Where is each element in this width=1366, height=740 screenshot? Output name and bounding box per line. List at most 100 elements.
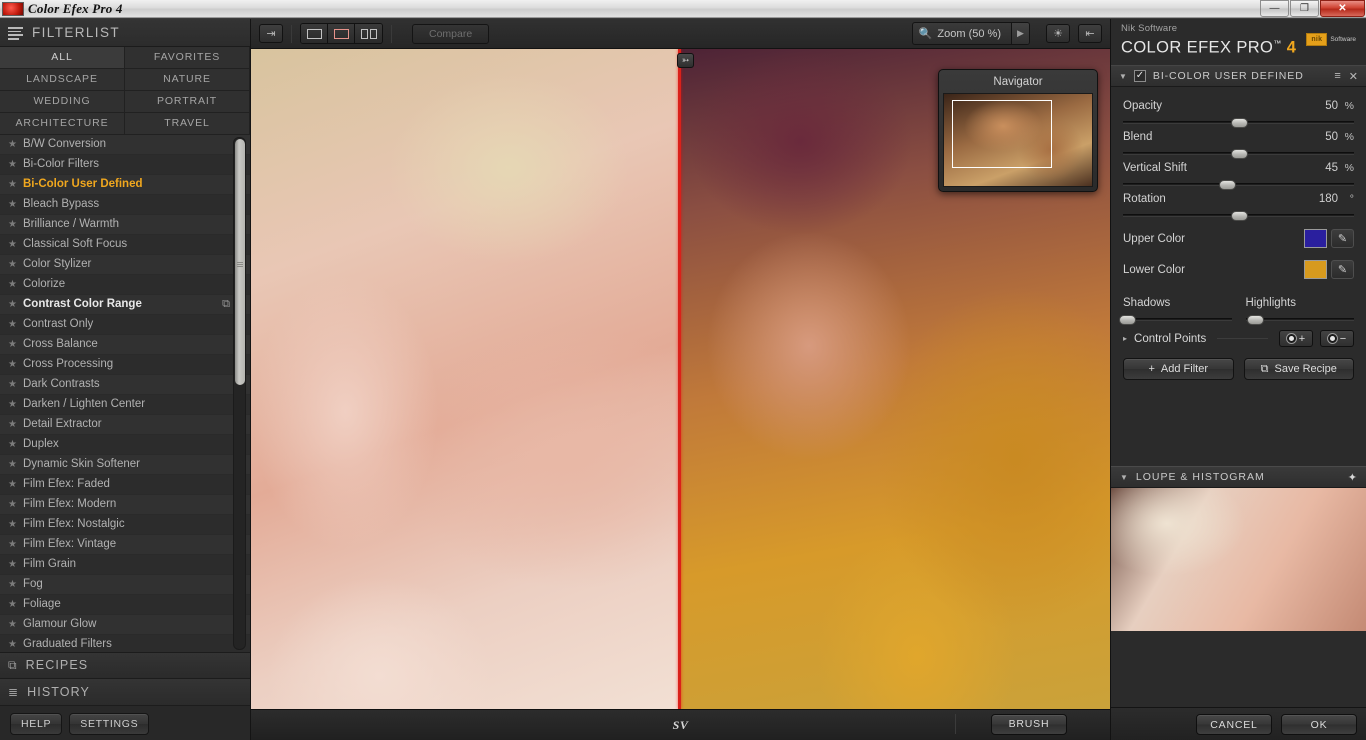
cancel-button[interactable]: CANCEL	[1196, 714, 1272, 735]
lower-color-eyedropper-icon[interactable]: ✎	[1331, 260, 1354, 279]
add-filter-button[interactable]: + Add Filter	[1123, 358, 1234, 380]
slider-vertical-shift-knob[interactable]	[1218, 180, 1236, 190]
navigator-viewport-rect[interactable]	[952, 100, 1052, 168]
favorite-star-icon[interactable]: ★	[8, 379, 23, 390]
filter-enabled-checkbox[interactable]: ✓	[1133, 70, 1146, 82]
single-view-icon[interactable]	[301, 24, 328, 43]
restore-button[interactable]: ❐	[1290, 0, 1319, 17]
zoom-control[interactable]: 🔍 Zoom (50 %) ▶	[911, 22, 1030, 45]
favorite-star-icon[interactable]: ★	[8, 439, 23, 450]
fullscreen-icon[interactable]: ⇤	[1078, 24, 1102, 43]
slider-vertical-shift-track[interactable]	[1123, 180, 1354, 190]
filter-item[interactable]: ★ Film Grain	[0, 554, 250, 575]
filter-item[interactable]: ★ Contrast Color Range ⧉	[0, 294, 250, 315]
filter-list[interactable]: ★ B/W Conversion ★ Bi-Color Filters ★ Bi-Colo…	[0, 134, 250, 652]
filter-item[interactable]: ★ Duplex	[0, 434, 250, 455]
highlights-control[interactable]: Highlights	[1245, 297, 1354, 325]
favorite-star-icon[interactable]: ★	[8, 299, 23, 310]
filter-item[interactable]: ★ Detail Extractor	[0, 414, 250, 435]
favorite-star-icon[interactable]: ★	[8, 479, 23, 490]
help-button[interactable]: HELP	[10, 712, 63, 735]
favorite-star-icon[interactable]: ★	[8, 339, 23, 350]
favorite-star-icon[interactable]: ★	[8, 139, 23, 150]
split-view-icon[interactable]	[328, 24, 355, 43]
save-recipe-button[interactable]: ⧉ Save Recipe	[1243, 358, 1354, 380]
category-wedding[interactable]: WEDDING	[0, 90, 125, 113]
favorite-star-icon[interactable]: ★	[8, 219, 23, 230]
chevron-down-icon[interactable]: ▼	[1120, 473, 1128, 482]
filter-item[interactable]: ★ Fog	[0, 574, 250, 595]
filter-item[interactable]: ★ Bi-Color Filters	[0, 154, 250, 175]
favorite-star-icon[interactable]: ★	[8, 499, 23, 510]
favorite-star-icon[interactable]: ★	[8, 459, 23, 470]
filter-list-scrollbar[interactable]	[233, 136, 246, 650]
filter-item[interactable]: ★ Dynamic Skin Softener	[0, 454, 250, 475]
favorite-star-icon[interactable]: ★	[8, 399, 23, 410]
filter-item[interactable]: ★ Darken / Lighten Center	[0, 394, 250, 415]
slider-opacity-track[interactable]	[1123, 118, 1354, 128]
category-travel[interactable]: TRAVEL	[125, 112, 250, 135]
slider-blend[interactable]: Blend 50 %	[1123, 124, 1354, 159]
filter-item[interactable]: ★ Film Efex: Nostalgic	[0, 514, 250, 535]
filter-item[interactable]: ★ Bleach Bypass	[0, 194, 250, 215]
hamburger-icon[interactable]	[8, 26, 23, 40]
favorite-star-icon[interactable]: ★	[8, 239, 23, 250]
favorite-star-icon[interactable]: ★	[8, 199, 23, 210]
slider-rotation-knob[interactable]	[1230, 211, 1248, 221]
slider-blend-knob[interactable]	[1230, 149, 1248, 159]
add-control-point-button[interactable]: +	[1279, 330, 1313, 347]
navigator-thumbnail[interactable]	[943, 93, 1093, 187]
loupe-histogram-header[interactable]: ▼ LOUPE & HISTOGRAM ✦	[1111, 466, 1366, 488]
filter-item[interactable]: ★ Film Efex: Vintage	[0, 534, 250, 555]
brightness-icon[interactable]: ☀	[1046, 24, 1070, 43]
filter-item[interactable]: ★ Brilliance / Warmth	[0, 214, 250, 235]
side-by-side-view-icon[interactable]	[355, 24, 382, 43]
filter-item[interactable]: ★ Dark Contrasts	[0, 374, 250, 395]
filter-close-icon[interactable]: ✕	[1349, 70, 1358, 83]
favorite-star-icon[interactable]: ★	[8, 619, 23, 630]
category-architecture[interactable]: ARCHITECTURE	[0, 112, 125, 135]
pin-icon[interactable]: ✦	[1348, 471, 1357, 484]
favorite-star-icon[interactable]: ★	[8, 419, 23, 430]
filter-item[interactable]: ★ Cross Balance	[0, 334, 250, 355]
minimize-button[interactable]: —	[1260, 0, 1289, 17]
favorite-star-icon[interactable]: ★	[8, 599, 23, 610]
shadows-knob[interactable]	[1119, 315, 1137, 325]
category-landscape[interactable]: LANDSCAPE	[0, 68, 125, 91]
upper-color-eyedropper-icon[interactable]: ✎	[1331, 229, 1354, 248]
slider-blend-track[interactable]	[1123, 149, 1354, 159]
favorite-star-icon[interactable]: ★	[8, 259, 23, 270]
loupe-preview[interactable]	[1111, 488, 1366, 631]
category-favorites[interactable]: FAVORITES	[125, 46, 250, 69]
favorite-star-icon[interactable]: ★	[8, 539, 23, 550]
favorite-star-icon[interactable]: ★	[8, 559, 23, 570]
favorite-star-icon[interactable]: ★	[8, 519, 23, 530]
slider-opacity-knob[interactable]	[1230, 118, 1248, 128]
filter-item[interactable]: ★ Classical Soft Focus	[0, 234, 250, 255]
filter-item[interactable]: ★ Contrast Only	[0, 314, 250, 335]
settings-button[interactable]: SETTINGS	[69, 712, 150, 735]
filter-item[interactable]: ★ Color Stylizer	[0, 254, 250, 275]
image-canvas[interactable]: ➳ Navigator	[251, 49, 1110, 709]
filter-item[interactable]: ★ Graduated Filters	[0, 634, 250, 652]
favorite-star-icon[interactable]: ★	[8, 279, 23, 290]
category-nature[interactable]: NATURE	[125, 68, 250, 91]
slider-opacity[interactable]: Opacity 50 %	[1123, 93, 1354, 128]
category-portrait[interactable]: PORTRAIT	[125, 90, 250, 113]
section-history[interactable]: ≣ HISTORY	[0, 678, 250, 706]
favorite-star-icon[interactable]: ★	[8, 319, 23, 330]
lower-color-swatch[interactable]	[1304, 260, 1327, 279]
brush-button[interactable]: BRUSH	[991, 713, 1067, 735]
chevron-right-icon[interactable]: ▶	[1011, 23, 1029, 44]
highlights-track[interactable]	[1245, 315, 1354, 325]
zoom-value[interactable]: 🔍 Zoom (50 %)	[913, 24, 1011, 43]
filter-item[interactable]: ★ Cross Processing	[0, 354, 250, 375]
remove-control-point-button[interactable]: −	[1320, 330, 1354, 347]
favorite-star-icon[interactable]: ★	[8, 179, 23, 190]
filter-item[interactable]: ★ Foliage	[0, 594, 250, 615]
shadows-control[interactable]: Shadows	[1119, 297, 1232, 325]
favorite-star-icon[interactable]: ★	[8, 639, 23, 650]
ok-button[interactable]: OK	[1281, 714, 1357, 735]
highlights-knob[interactable]	[1247, 315, 1265, 325]
chevron-right-icon[interactable]: ▸	[1123, 334, 1127, 343]
